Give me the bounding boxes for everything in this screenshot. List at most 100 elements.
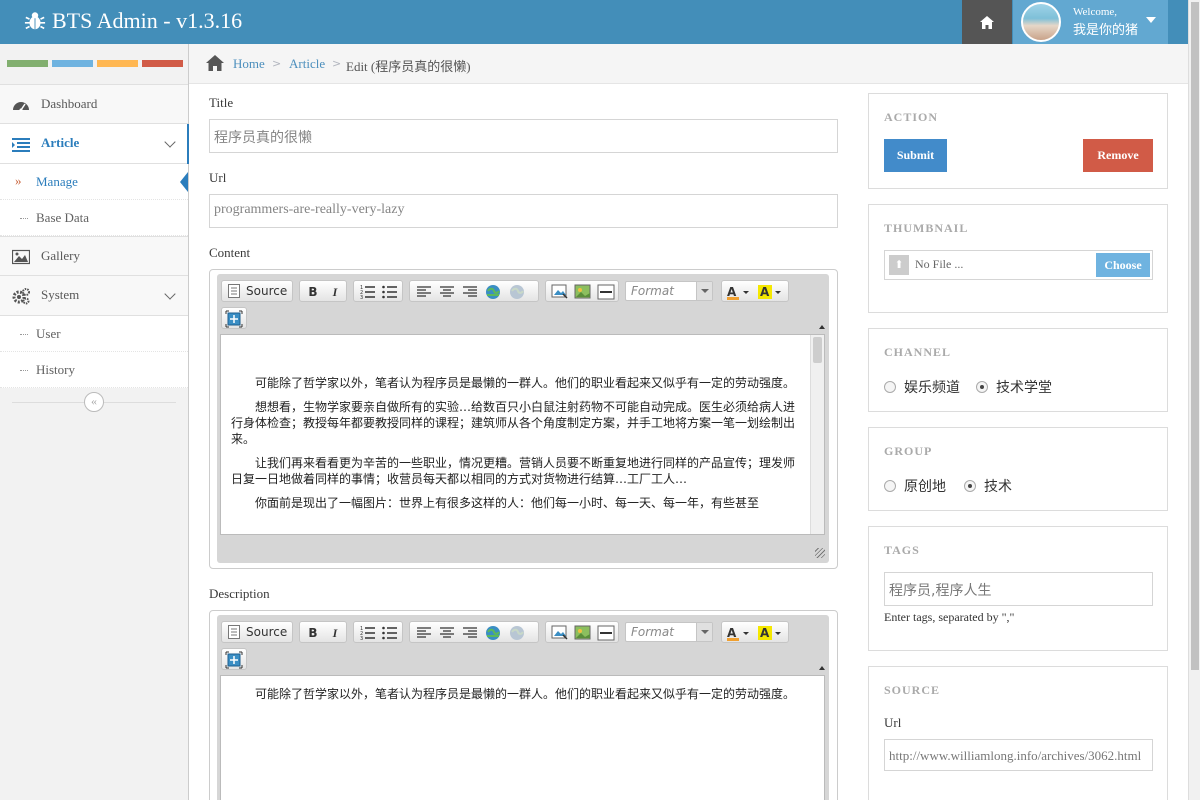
format-select[interactable]: Format [625, 622, 713, 642]
channel-option-label: 娱乐频道 [904, 380, 960, 396]
breadcrumb-home[interactable]: Home [233, 56, 265, 72]
top-navbar: BTS Admin - v1.3.16 Welcome, 我是你的猪 [0, 0, 1188, 44]
insert-image-icon[interactable] [551, 624, 569, 642]
group-radio-original[interactable] [884, 480, 896, 492]
home-button[interactable] [962, 0, 1012, 44]
title-input[interactable]: 程序员真的很懒 [209, 119, 838, 153]
url-input[interactable]: programmers-are-really-very-lazy [209, 194, 838, 228]
text-style-group: B I [299, 621, 347, 643]
page-scroll-thumb[interactable] [1191, 2, 1199, 670]
editor-toolbar: Source B I 123 Format A A [221, 280, 825, 304]
choose-button[interactable]: Choose [1096, 253, 1150, 277]
flash-icon[interactable] [574, 283, 592, 301]
sidebar-subitem-base-data[interactable]: Base Data [0, 200, 188, 236]
submit-button[interactable]: Submit [884, 139, 947, 172]
panel-title: TAGS [884, 543, 920, 557]
bold-button[interactable]: B [304, 624, 322, 642]
dashboard-icon [13, 102, 29, 112]
remove-button[interactable]: Remove [1083, 139, 1153, 172]
sidebar-subitem-manage[interactable]: » Manage [0, 164, 188, 200]
bullet-list-icon[interactable] [381, 283, 399, 301]
breadcrumb-article[interactable]: Article [289, 56, 325, 72]
system-submenu: User History [0, 316, 188, 388]
content-paragraph: 让我们再来看看更为辛苦的一些职业，情况更糟。营销人员要不断重复地进行同样的产品宣… [231, 456, 796, 486]
sidebar-item-system[interactable]: System [0, 276, 188, 316]
bold-button[interactable]: B [304, 283, 322, 301]
thumbnail-file-input[interactable]: ⬆ No File ... Choose [884, 250, 1153, 280]
numbered-list-icon[interactable]: 123 [359, 624, 377, 642]
align-group [409, 621, 539, 643]
unlink-icon[interactable] [508, 283, 526, 301]
panel-title: ACTION [884, 110, 939, 124]
group-radio-tech[interactable] [964, 480, 976, 492]
align-center-icon[interactable] [438, 283, 456, 301]
link-icon[interactable] [484, 283, 502, 301]
chevron-down-icon [164, 288, 176, 300]
align-right-icon[interactable] [461, 624, 479, 642]
insert-group [545, 280, 619, 302]
app-title: BTS Admin - v1.3.16 [52, 8, 243, 33]
svg-text:A: A [727, 285, 737, 299]
dotted-line [20, 218, 28, 219]
collapse-toolbar-icon[interactable] [819, 325, 825, 329]
maximize-icon [225, 651, 243, 669]
channel-radio-entertainment[interactable] [884, 381, 896, 393]
sidebar-item-gallery[interactable]: Gallery [0, 236, 188, 276]
numbered-list-icon[interactable]: 123 [359, 283, 377, 301]
insert-image-icon[interactable] [551, 283, 569, 301]
breadcrumb-separator: > [332, 57, 342, 70]
source-url-input[interactable]: http://www.williamlong.info/archives/306… [884, 739, 1153, 771]
italic-button[interactable]: I [326, 283, 344, 301]
maximize-button[interactable] [221, 307, 247, 329]
tags-input[interactable]: 程序员,程序人生 [884, 572, 1153, 606]
align-left-icon[interactable] [415, 283, 433, 301]
dropdown-arrow-icon [696, 282, 712, 300]
format-select[interactable]: Format [625, 281, 713, 301]
source-button[interactable]: Source [221, 280, 293, 302]
sidebar-subitem-user[interactable]: User [0, 316, 188, 352]
sidebar-collapse-button[interactable]: « [84, 392, 104, 412]
text-color-icon[interactable]: A [725, 283, 753, 301]
horizontal-line-icon[interactable] [597, 283, 615, 301]
sidebar-subitem-history[interactable]: History [0, 352, 188, 388]
sidebar: Dashboard Article » Manage Base Data Gal… [0, 44, 189, 800]
user-menu[interactable]: Welcome, 我是你的猪 [1013, 0, 1168, 44]
sidebar-subitem-label: History [36, 362, 75, 377]
double-angle-icon: » [15, 173, 22, 188]
collapse-toolbar-icon[interactable] [819, 666, 825, 670]
resize-grip-icon[interactable] [815, 548, 825, 558]
brand[interactable]: BTS Admin - v1.3.16 [24, 8, 242, 34]
align-right-icon[interactable] [461, 283, 479, 301]
align-left-icon[interactable] [415, 624, 433, 642]
align-center-icon[interactable] [438, 624, 456, 642]
unlink-icon[interactable] [508, 624, 526, 642]
link-icon[interactable] [484, 624, 502, 642]
sidebar-item-article[interactable]: Article [0, 124, 189, 164]
sidebar-item-dashboard[interactable]: Dashboard [0, 84, 188, 124]
description-edit-area[interactable]: 可能除了哲学家以外，笔者认为程序员是最懒的一群人。他们的职业看起来又似乎有一定的… [220, 675, 825, 800]
file-status: No File ... [915, 257, 964, 271]
bullet-list-icon[interactable] [381, 624, 399, 642]
editor-scrollbar[interactable] [810, 335, 824, 534]
content-edit-area[interactable]: 可能除了哲学家以外，笔者认为程序员是最懒的一群人。他们的职业看起来又似乎有一定的… [220, 334, 825, 535]
source-button[interactable]: Source [221, 621, 293, 643]
channel-radio-tech[interactable] [976, 381, 988, 393]
italic-button[interactable]: I [326, 624, 344, 642]
home-icon [980, 15, 994, 29]
maximize-button[interactable] [221, 648, 247, 670]
scroll-thumb[interactable] [813, 337, 822, 363]
group-option-label: 技术 [984, 479, 1012, 495]
background-color-icon[interactable]: A [757, 624, 785, 642]
breadcrumb: Home > Article > Edit (程序员真的很懒) [189, 44, 1188, 84]
format-placeholder: Format [631, 284, 674, 298]
panel-title: THUMBNAIL [884, 221, 969, 235]
horizontal-line-icon[interactable] [597, 624, 615, 642]
editor-frame: Source B I 123 Format A A 可能除了哲学家以外，笔者认为… [217, 615, 829, 800]
flash-icon[interactable] [574, 624, 592, 642]
text-color-icon[interactable]: A [725, 624, 753, 642]
content-editor: Source B I 123 Format A A 可能除了哲学家以外，笔者认为… [209, 269, 838, 569]
background-color-icon[interactable]: A [757, 283, 785, 301]
welcome-text: Welcome, [1073, 6, 1118, 18]
page-scrollbar[interactable] [1188, 0, 1200, 800]
